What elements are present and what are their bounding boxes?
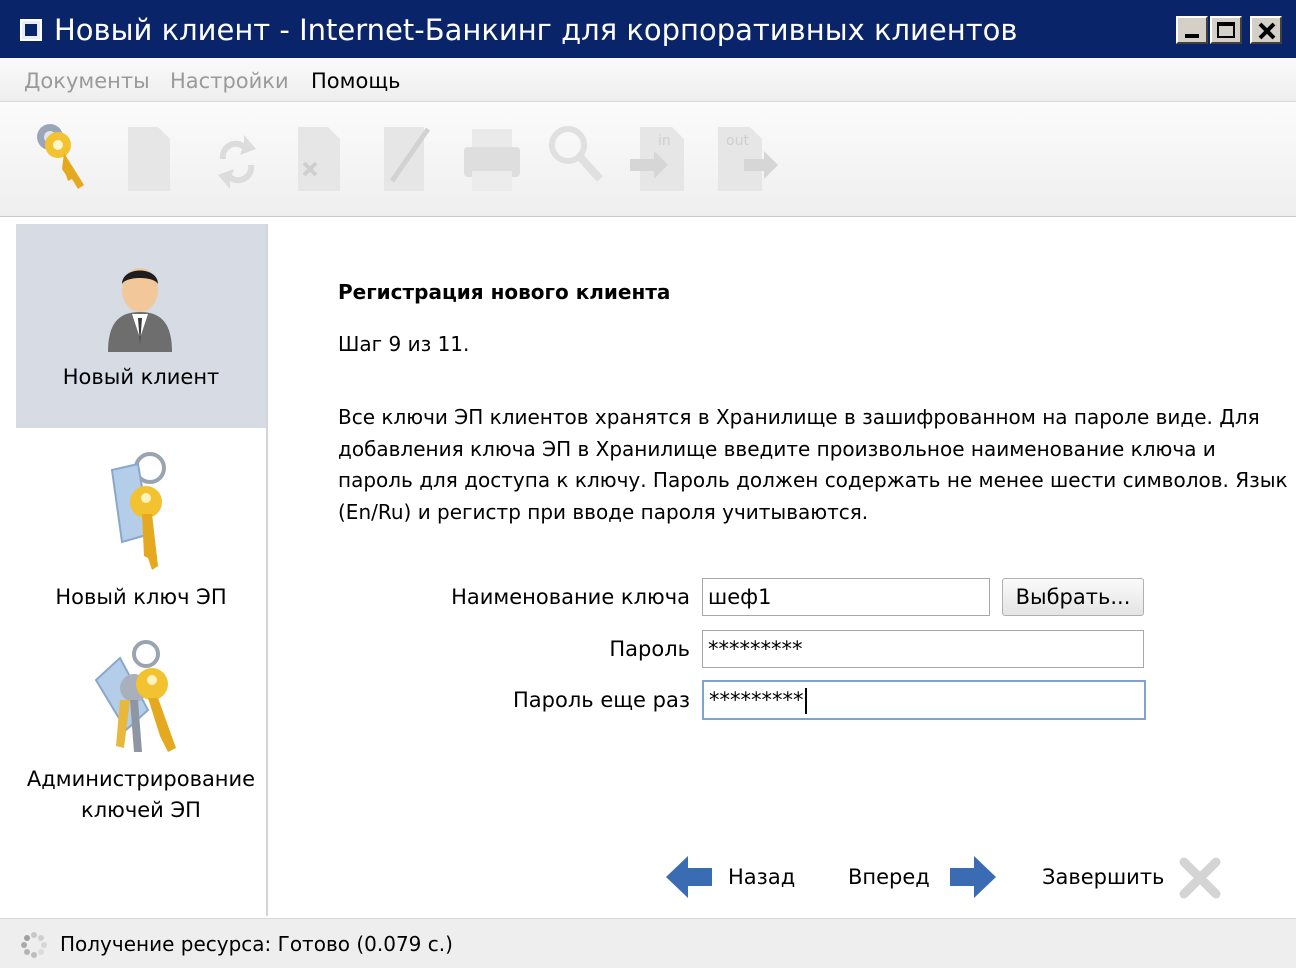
search-icon[interactable]	[544, 119, 610, 191]
status-bar: Получение ресурса: Готово (0.079 с.)	[0, 918, 1296, 968]
sidebar: Новый клиент Новый ключ ЭП Администриров…	[16, 224, 268, 916]
user-icon	[102, 260, 178, 352]
toolbar: in out	[0, 103, 1296, 217]
password-repeat-label: Пароль еще раз	[513, 688, 690, 712]
choose-button[interactable]: Выбрать...	[1002, 578, 1144, 616]
minimize-button[interactable]	[1176, 16, 1208, 44]
import-in-icon[interactable]: in	[630, 119, 696, 191]
delete-document-icon[interactable]	[292, 119, 358, 191]
out-label: out	[726, 133, 749, 149]
back-label: Назад	[728, 865, 796, 889]
menu-documents[interactable]: Документы	[24, 69, 150, 93]
close-icon	[1178, 856, 1222, 900]
forward-label: Вперед	[848, 865, 930, 889]
app-icon	[20, 19, 42, 41]
sidebar-item-label: Новый ключ ЭП	[55, 585, 227, 609]
edit-document-icon[interactable]	[378, 119, 444, 191]
status-text: Получение ресурса: Готово (0.079 с.)	[60, 932, 453, 956]
arrow-left-icon	[664, 852, 714, 902]
sidebar-item-key-admin[interactable]: Администрирование ключей ЭП	[16, 632, 266, 832]
page-title: Регистрация нового клиента	[338, 280, 671, 304]
spinner-icon	[20, 931, 48, 959]
password-repeat-input[interactable]: *********	[702, 680, 1146, 720]
new-document-icon[interactable]	[122, 119, 188, 191]
in-label: in	[658, 133, 671, 149]
password-label: Пароль	[609, 637, 690, 661]
sidebar-item-label-line1: Администрирование	[26, 767, 256, 791]
print-icon[interactable]	[460, 119, 526, 191]
password-input[interactable]: *********	[702, 630, 1144, 668]
key-tag-icon	[102, 450, 182, 572]
text-caret	[804, 688, 807, 714]
maximize-button[interactable]	[1210, 16, 1242, 44]
refresh-icon[interactable]	[204, 119, 270, 191]
menu-settings[interactable]: Настройки	[170, 69, 289, 93]
keys-bunch-icon	[90, 640, 190, 756]
sidebar-item-new-client[interactable]: Новый клиент	[16, 224, 266, 428]
sidebar-item-label-line2: ключей ЭП	[81, 798, 201, 822]
password-value: *********	[708, 637, 803, 661]
sidebar-item-new-key[interactable]: Новый ключ ЭП	[16, 430, 266, 630]
window-title: Новый клиент - Internet-Банкинг для корп…	[54, 13, 1018, 47]
menu-help[interactable]: Помощь	[311, 69, 401, 93]
sidebar-item-label: Новый клиент	[62, 365, 220, 389]
key-icon[interactable]	[32, 119, 98, 191]
instructions-text: Все ключи ЭП клиентов хранятся в Хранили…	[338, 405, 1288, 524]
key-name-input[interactable]: шеф1	[702, 578, 990, 616]
arrow-right-icon	[948, 852, 998, 902]
key-name-label: Наименование ключа	[451, 585, 690, 609]
close-window-button[interactable]	[1250, 16, 1282, 44]
finish-label: Завершить	[1042, 865, 1165, 889]
menu-bar: Документы Настройки Помощь	[0, 58, 1296, 102]
export-out-icon[interactable]: out	[714, 119, 780, 191]
title-bar: Новый клиент - Internet-Банкинг для корп…	[0, 0, 1296, 58]
step-indicator: Шаг 9 из 11.	[338, 332, 470, 356]
password-repeat-value: *********	[709, 688, 804, 712]
wizard-panel: Регистрация нового клиента Шаг 9 из 11. …	[270, 218, 1296, 918]
